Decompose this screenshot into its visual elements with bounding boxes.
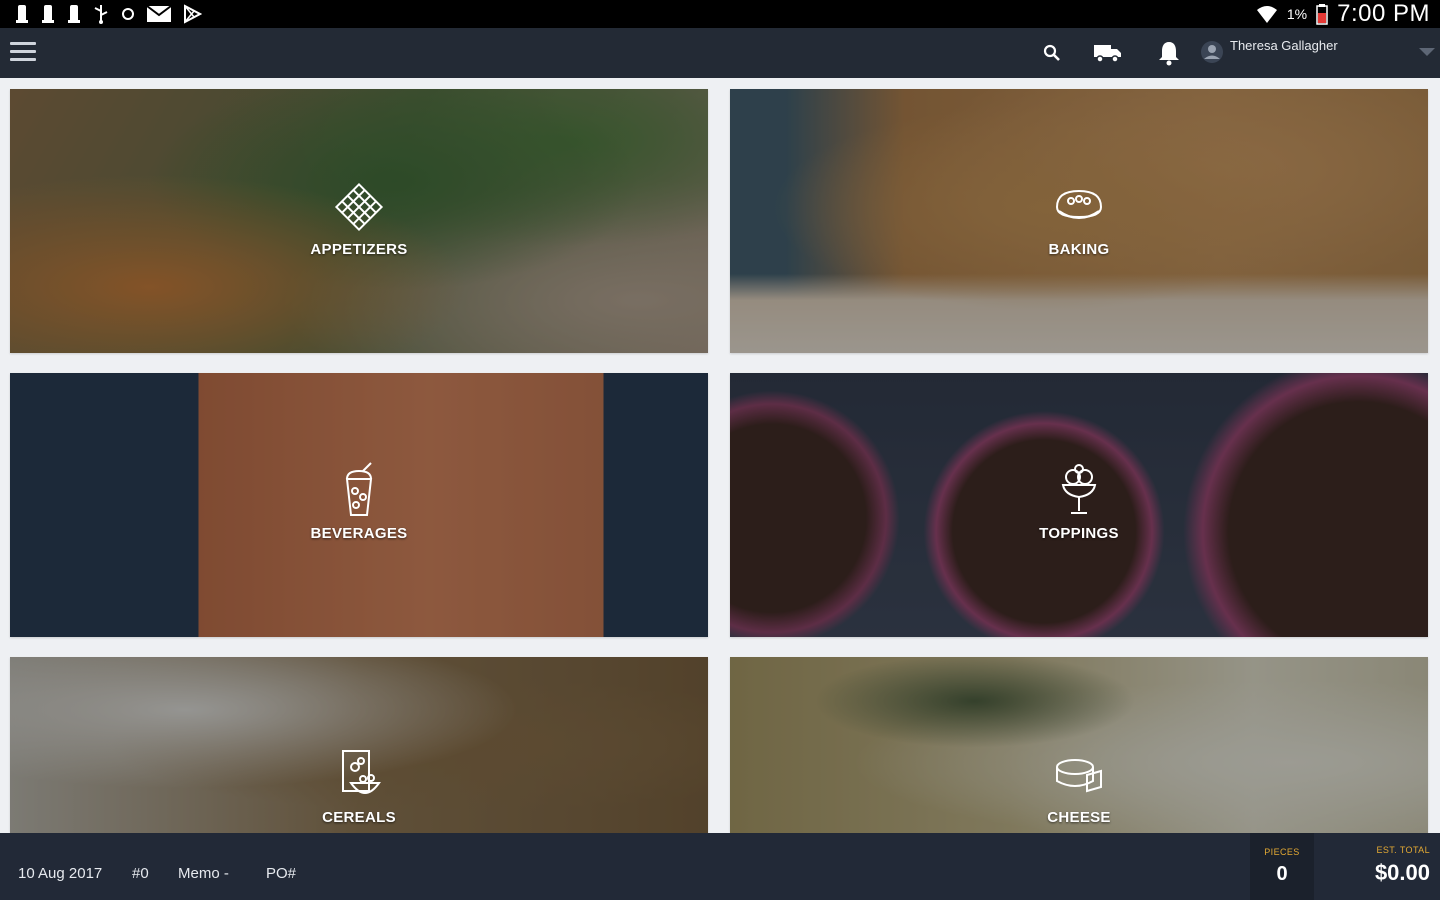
order-summary-bar: 10 Aug 2017 #0 Memo - PO# PIECES 0 EST. … xyxy=(0,833,1440,900)
category-label: BAKING xyxy=(1048,241,1110,258)
clock: 7:00 PM xyxy=(1337,0,1430,27)
bell-icon[interactable] xyxy=(1157,39,1181,67)
account-icon xyxy=(1201,41,1223,63)
category-tile-baking[interactable]: BAKING xyxy=(730,89,1428,353)
cheese-icon xyxy=(1056,759,1102,793)
battery-low-icon xyxy=(1316,4,1328,25)
category-label: BEVERAGES xyxy=(310,525,408,542)
status-bar: 1% 7:00 PM xyxy=(0,0,1440,28)
sync-icon xyxy=(122,8,134,20)
ice-cream-sundae-icon xyxy=(1061,464,1097,514)
estimated-total[interactable]: EST. TOTAL $0.00 xyxy=(1375,833,1430,886)
pieces-counter: PIECES 0 xyxy=(1250,833,1314,900)
category-tile-cheese[interactable]: CHEESE xyxy=(730,657,1428,833)
wifi-icon xyxy=(1256,6,1277,23)
user-name: Theresa Gallagher xyxy=(1230,38,1338,53)
category-label: TOPPINGS xyxy=(1039,525,1119,542)
waffle-icon xyxy=(334,182,384,232)
category-tile-cereals[interactable]: CEREALS xyxy=(10,657,708,833)
total-value: $0.00 xyxy=(1374,860,1430,885)
menu-icon xyxy=(10,42,36,45)
play-store-icon xyxy=(184,4,202,24)
category-label: CEREALS xyxy=(322,809,396,826)
drink-icon xyxy=(345,462,373,516)
po-field[interactable]: PO# xyxy=(266,865,296,882)
category-label: CHEESE xyxy=(1047,809,1111,826)
app-bar: Theresa Gallagher xyxy=(0,28,1440,78)
pieces-value: 0 xyxy=(1276,863,1288,885)
order-number: #0 xyxy=(132,865,149,882)
notification-icon xyxy=(42,5,54,23)
battery-percent: 1% xyxy=(1286,6,1308,22)
mail-icon xyxy=(146,5,172,22)
category-tile-appetizers[interactable]: APPETIZERS xyxy=(10,89,708,353)
notification-icons xyxy=(14,3,202,25)
category-label: APPETIZERS xyxy=(310,241,408,258)
memo-field[interactable]: Memo - xyxy=(178,865,229,882)
cereal-box-icon xyxy=(342,750,381,794)
user-account-menu[interactable]: Theresa Gallagher xyxy=(1200,36,1440,72)
order-date[interactable]: 10 Aug 2017 xyxy=(18,865,102,882)
chevron-down-icon xyxy=(1419,48,1435,56)
delivery-truck-icon[interactable] xyxy=(1093,41,1123,65)
pieces-caption: PIECES xyxy=(1264,847,1300,857)
cake-icon xyxy=(1055,189,1103,219)
category-tile-beverages[interactable]: BEVERAGES xyxy=(10,373,708,637)
menu-button[interactable] xyxy=(10,42,36,64)
usb-icon xyxy=(94,5,108,24)
category-tile-toppings[interactable]: TOPPINGS xyxy=(730,373,1428,637)
notification-icon xyxy=(16,5,28,23)
total-caption: EST. TOTAL xyxy=(1376,845,1430,855)
notification-icon xyxy=(68,5,80,23)
search-icon[interactable] xyxy=(1042,43,1062,63)
